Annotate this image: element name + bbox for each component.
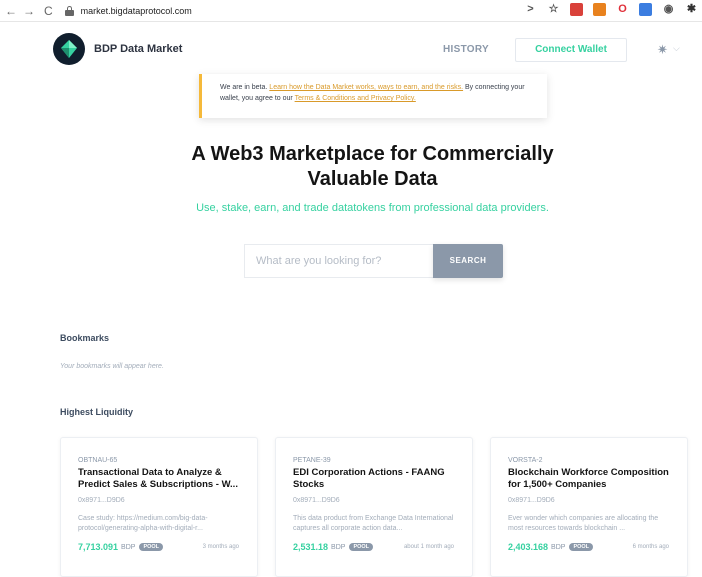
history-link[interactable]: HISTORY <box>443 44 489 55</box>
asset-description: Case study: https://medium.com/big-data-… <box>78 515 208 532</box>
terms-link[interactable]: Terms & Conditions and Privacy Policy. <box>295 95 416 102</box>
search-container <box>244 244 434 278</box>
ext-red-icon[interactable] <box>570 3 583 16</box>
gear-icon[interactable]: ✷ <box>657 42 668 58</box>
highest-liquidity-heading: Highest Liquidity <box>60 407 133 417</box>
beta-banner: We are in beta. Learn how the Data Marke… <box>199 74 547 118</box>
forward-icon[interactable]: → <box>22 4 36 18</box>
asset-title[interactable]: Blockchain Workforce Composition for 1,5… <box>508 467 673 491</box>
opera-icon[interactable]: O <box>616 3 629 16</box>
page-title: A Web3 Marketplace for Commercially Valu… <box>191 143 554 190</box>
cast-icon[interactable]: > <box>524 3 537 16</box>
bookmarks-heading: Bookmarks <box>60 333 110 343</box>
asset-owner[interactable]: 0x8971...D9D6 <box>78 497 243 504</box>
search-input[interactable] <box>245 245 434 277</box>
chevron-down-icon[interactable]: ⌵ <box>673 43 680 54</box>
pool-badge: POOL <box>349 543 374 551</box>
asset-price-row: 2,531.18 BDP POOL about 1 month ago <box>293 542 458 552</box>
search-button[interactable]: SEARCH <box>433 244 503 278</box>
back-icon[interactable]: ← <box>4 4 18 18</box>
browser-extensions: > ☆ O ◉ ✱ <box>524 3 698 16</box>
price-unit: BDP <box>331 543 346 551</box>
bookmarks-empty-text: Your bookmarks will appear here. <box>60 363 164 370</box>
pool-badge: POOL <box>569 543 594 551</box>
asset-description: Ever wonder which companies are allocati… <box>508 515 659 532</box>
asset-card[interactable]: PETANE-39 EDI Corporation Actions - FAAN… <box>275 437 473 577</box>
asset-owner[interactable]: 0x8971...D9D6 <box>293 497 458 504</box>
ext-metamask-icon[interactable] <box>593 3 606 16</box>
address-bar[interactable]: market.bigdataprotocol.com <box>81 6 192 16</box>
logo-icon[interactable] <box>53 33 85 65</box>
asset-description: This data product from Exchange Data Int… <box>293 515 454 532</box>
asset-title[interactable]: EDI Corporation Actions - FAANG Stocks <box>293 467 458 491</box>
asset-age: 6 months ago <box>632 544 669 550</box>
asset-card[interactable]: OBTNAU-65 Transactional Data to Analyze … <box>60 437 258 577</box>
asset-card[interactable]: VORSTA-2 Blockchain Workforce Compositio… <box>490 437 688 577</box>
asset-price: 2,531.18 <box>293 542 329 552</box>
price-unit: BDP <box>551 543 566 551</box>
asset-price: 7,713.091 <box>78 542 119 552</box>
brand-name[interactable]: BDP Data Market <box>94 43 182 55</box>
asset-price: 2,403.168 <box>508 542 549 552</box>
asset-owner[interactable]: 0x8971...D9D6 <box>508 497 673 504</box>
asset-age: 3 months ago <box>202 544 239 550</box>
star-icon[interactable]: ☆ <box>547 3 560 16</box>
asset-symbol: PETANE-39 <box>293 457 331 464</box>
learn-more-link[interactable]: Learn how the Data Market works, ways to… <box>269 84 463 91</box>
connect-wallet-button[interactable]: Connect Wallet <box>515 38 627 62</box>
puzzle-icon[interactable]: ✱ <box>685 3 698 16</box>
asset-age: about 1 month ago <box>403 544 454 550</box>
ext-record-icon[interactable]: ◉ <box>662 3 675 16</box>
asset-price-row: 2,403.168 BDP POOL 6 months ago <box>508 542 673 552</box>
asset-price-row: 7,713.091 BDP POOL 3 months ago <box>78 542 243 552</box>
asset-symbol: VORSTA-2 <box>508 457 543 464</box>
page-subtitle: Use, stake, earn, and trade datatokens f… <box>196 202 549 214</box>
lock-icon[interactable] <box>64 5 74 16</box>
asset-symbol: OBTNAU-65 <box>78 457 118 464</box>
price-unit: BDP <box>121 543 136 551</box>
banner-prefix: We are in beta. <box>220 84 270 91</box>
asset-title[interactable]: Transactional Data to Analyze & Predict … <box>78 467 243 491</box>
ext-blue-icon[interactable] <box>639 3 652 16</box>
reload-icon[interactable]: C <box>44 4 53 18</box>
browser-toolbar: ← → C market.bigdataprotocol.com > ☆ O ◉… <box>0 0 702 22</box>
pool-badge: POOL <box>139 543 164 551</box>
